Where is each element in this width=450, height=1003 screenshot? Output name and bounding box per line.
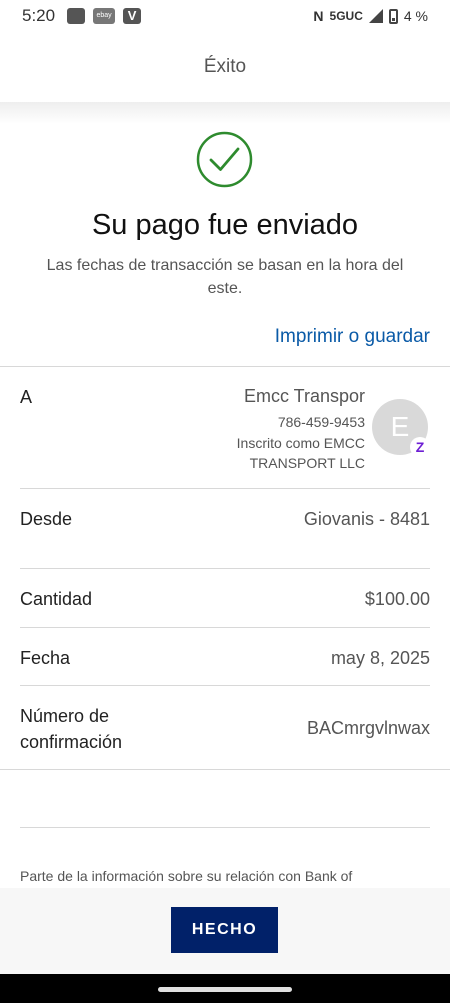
nfc-icon: N: [313, 8, 324, 24]
divider: [0, 769, 450, 770]
system-navigation-bar: [0, 974, 450, 1003]
divider: [20, 568, 430, 569]
ebay-icon: ebay: [93, 8, 116, 24]
page-title: Éxito: [203, 56, 247, 77]
print-or-save-link[interactable]: Imprimir o guardar: [275, 326, 430, 348]
recipient-name: Emcc Transpor: [243, 386, 365, 406]
check-circle-icon: [196, 131, 253, 188]
battery-icon: [388, 8, 398, 24]
network-label: 5GUC: [329, 9, 363, 23]
status-bar: 5:20 ebay V N 5GUC 4 %: [0, 0, 450, 32]
venmo-icon: V: [123, 8, 142, 24]
app-header: Éxito: [0, 32, 450, 102]
divider: [20, 627, 430, 628]
success-title: Su pago fue enviado: [91, 209, 359, 241]
date-value: may 8, 2025: [330, 648, 430, 668]
from-label: Desde: [20, 509, 73, 529]
amount-value: $100.00: [364, 589, 430, 609]
success-subtitle: Las fechas de transacción se basan en la…: [46, 257, 404, 297]
confirmation-label: Número de confirmación: [20, 706, 123, 752]
from-value: Giovanis - 8481: [303, 509, 430, 529]
signal-icon: [368, 9, 383, 23]
home-gesture-handle[interactable]: [158, 987, 292, 992]
recipient-phone: 786-459-9453: [277, 414, 365, 430]
recipient-enrolled: Inscrito como EMCC TRANSPORT LLC: [236, 435, 365, 471]
confirmation-value: BACmrgvlnwax: [306, 718, 430, 738]
divider: [20, 827, 430, 828]
header-shadow: [0, 102, 450, 124]
status-right: N 5GUC 4 %: [313, 8, 428, 24]
divider: [0, 366, 450, 367]
footnote: Parte de la información sobre su relació…: [20, 868, 353, 884]
to-label: A: [20, 387, 33, 407]
date-label: Fecha: [20, 648, 71, 668]
status-time: 5:20: [22, 6, 56, 25]
done-button[interactable]: HECHO: [171, 907, 278, 953]
divider: [20, 685, 430, 686]
zelle-icon: Z: [410, 437, 430, 457]
gallery-icon: [67, 8, 86, 24]
battery-level: 4 %: [403, 8, 428, 24]
amount-label: Cantidad: [20, 589, 93, 609]
avatar-initial: E: [390, 411, 410, 442]
divider: [20, 488, 430, 489]
